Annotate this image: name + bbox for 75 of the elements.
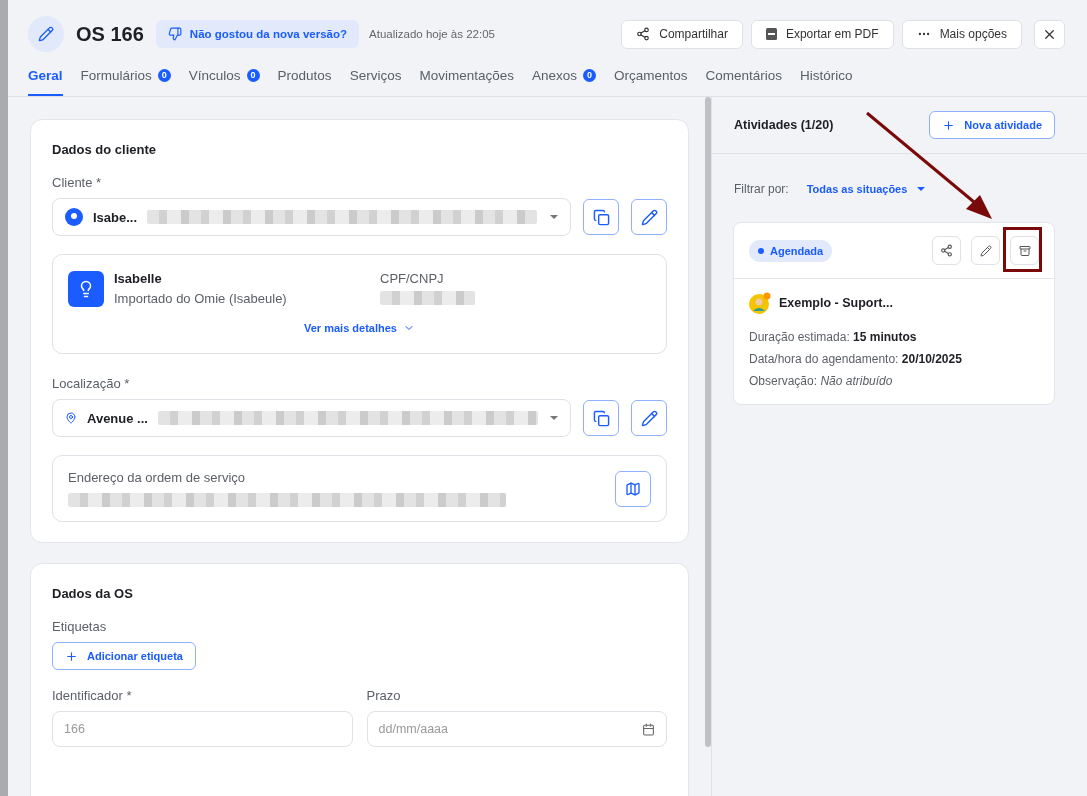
plus-icon (65, 649, 78, 663)
copy-icon (592, 409, 610, 427)
tab[interactable]: Produtos (277, 56, 332, 96)
share-icon (636, 27, 651, 41)
pdf-icon (765, 28, 777, 40)
more-button[interactable]: Mais opções (901, 19, 1022, 49)
add-tag-button[interactable]: Adicionar etiqueta (52, 642, 196, 670)
field-label: Identificador * (52, 688, 133, 703)
thumbs-down-icon (167, 27, 182, 41)
copy-button[interactable] (583, 199, 619, 235)
tab[interactable]: Geral (28, 56, 63, 96)
edit-button[interactable] (631, 199, 667, 235)
activity-detail: Observação: Não atribuído (749, 374, 894, 388)
section-title: Dados da OS (52, 586, 134, 601)
count-badge: 0 (582, 68, 596, 82)
tab[interactable]: Serviços (349, 56, 402, 96)
avatar-icon (749, 292, 771, 314)
tab[interactable]: Movimentações (419, 56, 514, 96)
activity-detail: Data/hora do agendamento: 20/10/2025 (749, 352, 963, 366)
activity-detail: Duração estimada: 15 minutos (749, 330, 918, 344)
tab[interactable]: Vínculos 0 (188, 56, 260, 96)
highlight-frame (1003, 227, 1042, 272)
share-button[interactable] (932, 236, 961, 265)
field-label: Cliente * (52, 175, 103, 190)
field-label: Etiquetas (52, 619, 108, 634)
updated-text: Atualizado hoje às 22:05 (369, 28, 495, 40)
tab[interactable]: Formulários 0 (80, 56, 171, 96)
client-logo-icon (65, 208, 83, 226)
tab[interactable]: Histórico (800, 56, 853, 96)
caret-icon (550, 215, 558, 219)
count-badge: 0 (157, 68, 171, 82)
copy-button[interactable] (583, 400, 619, 436)
map-pin-icon (65, 412, 77, 424)
calendar-icon (642, 722, 655, 736)
plus-icon (942, 118, 956, 132)
pencil-icon (979, 244, 992, 257)
edit-icon (28, 16, 64, 52)
tab[interactable]: Anexos 0 (531, 56, 596, 96)
page-title: OS 166 (76, 22, 144, 46)
pencil-icon (640, 208, 658, 226)
tab[interactable]: Orçamentos (613, 56, 688, 96)
field-label: Prazo (366, 688, 402, 703)
lightbulb-icon (68, 271, 104, 307)
copy-icon (592, 208, 610, 226)
close-button[interactable] (1034, 19, 1065, 49)
archive-icon (1018, 244, 1031, 257)
filter-dropdown[interactable]: Todas as situações (806, 183, 926, 195)
share-icon (940, 244, 953, 257)
filter-label: Filtrar por: (734, 182, 789, 196)
feedback-button[interactable]: Não gostou da nova versão? (155, 20, 360, 48)
document-label: CPF/CNPJ (380, 271, 445, 286)
map-button[interactable] (615, 470, 651, 507)
tab[interactable]: Comentários (705, 56, 783, 96)
count-badge: 0 (246, 68, 260, 82)
address-label: Endereço da ordem de serviço (68, 470, 247, 485)
status-tag: Agendada (749, 239, 833, 262)
client-select[interactable]: Isabe... (52, 198, 571, 236)
field-label: Localização * (52, 376, 131, 391)
pdf-button[interactable]: Exportar em PDF (750, 19, 894, 49)
location-select[interactable]: Avenue ... (52, 399, 571, 437)
more-details-link[interactable]: Ver mais detalhes (298, 321, 421, 335)
caret-icon (550, 416, 558, 420)
activities-title: Atividades (1/20) (734, 118, 834, 132)
caret-icon (917, 187, 926, 191)
client-name: Isabelle (114, 271, 163, 286)
client-subtitle: Importado do Omie (Isabeule) (114, 291, 288, 306)
edit-button[interactable] (631, 400, 667, 436)
scrollbar[interactable] (705, 97, 711, 747)
pencil-icon (640, 409, 658, 427)
new-activity-button[interactable]: Nova atividade (929, 111, 1055, 139)
section-title: Dados do cliente (52, 142, 158, 157)
activity-title: Exemplo - Suport... (779, 296, 893, 310)
map-icon (625, 480, 641, 497)
archive-button[interactable] (1010, 236, 1039, 265)
share-button[interactable]: Compartilhar (621, 19, 743, 49)
